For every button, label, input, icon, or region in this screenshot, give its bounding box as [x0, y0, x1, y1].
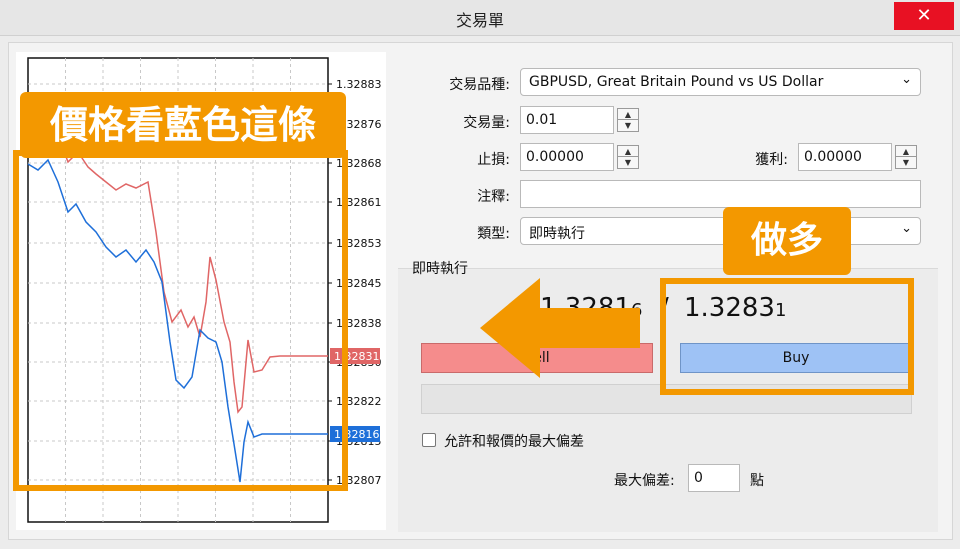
chart-highlight-box: [13, 150, 348, 491]
stepper-down-icon[interactable]: ▼: [896, 157, 916, 168]
comment-label: 注釋:: [477, 189, 510, 205]
stepper-up-icon[interactable]: ▲: [618, 109, 638, 120]
close-button[interactable]: ✕: [894, 2, 954, 30]
volume-stepper[interactable]: ▲ ▼: [617, 108, 639, 132]
stoploss-label: 止損:: [477, 152, 510, 168]
symbol-label: 交易品種:: [449, 77, 510, 93]
stoploss-input[interactable]: 0.00000: [520, 143, 614, 171]
window-title: 交易單: [455, 11, 504, 30]
allow-deviation-label: 允許和報價的最大偏差: [444, 434, 584, 450]
symbol-value: GBPUSD, Great Britain Pound vs US Dollar: [529, 74, 824, 90]
chevron-down-icon: ⌄: [901, 221, 912, 236]
stoploss-stepper[interactable]: ▲ ▼: [617, 145, 639, 169]
symbol-select[interactable]: GBPUSD, Great Britain Pound vs US Dollar…: [520, 68, 921, 96]
section-title: 即時執行: [412, 261, 468, 277]
comment-input[interactable]: [520, 180, 921, 208]
deviation-unit: 點: [750, 473, 764, 489]
takeprofit-label: 獲利:: [755, 152, 788, 168]
type-value: 即時執行: [529, 226, 585, 242]
buy-highlight-box: [660, 278, 914, 395]
stepper-up-icon[interactable]: ▲: [618, 146, 638, 157]
left-arrow-icon: [480, 278, 640, 378]
title-bar: 交易單 ✕: [0, 0, 960, 36]
volume-label: 交易量:: [463, 115, 510, 131]
max-deviation-input[interactable]: 0: [688, 464, 740, 492]
long-note-tag: 做多: [723, 207, 851, 275]
price-note-tag: 價格看藍色這條: [20, 92, 346, 158]
chevron-down-icon: ⌄: [901, 72, 912, 87]
type-select[interactable]: 即時執行 ⌄: [520, 217, 921, 245]
stepper-down-icon[interactable]: ▼: [618, 157, 638, 168]
stepper-up-icon[interactable]: ▲: [896, 146, 916, 157]
y-tick-label: 1.32883: [336, 78, 382, 91]
allow-deviation-checkbox[interactable]: [422, 433, 436, 447]
stepper-down-icon[interactable]: ▼: [618, 120, 638, 131]
type-label: 類型:: [477, 226, 510, 242]
volume-input[interactable]: 0.01: [520, 106, 614, 134]
max-deviation-label: 最大偏差:: [614, 473, 675, 489]
takeprofit-stepper[interactable]: ▲ ▼: [895, 145, 917, 169]
takeprofit-input[interactable]: 0.00000: [798, 143, 892, 171]
